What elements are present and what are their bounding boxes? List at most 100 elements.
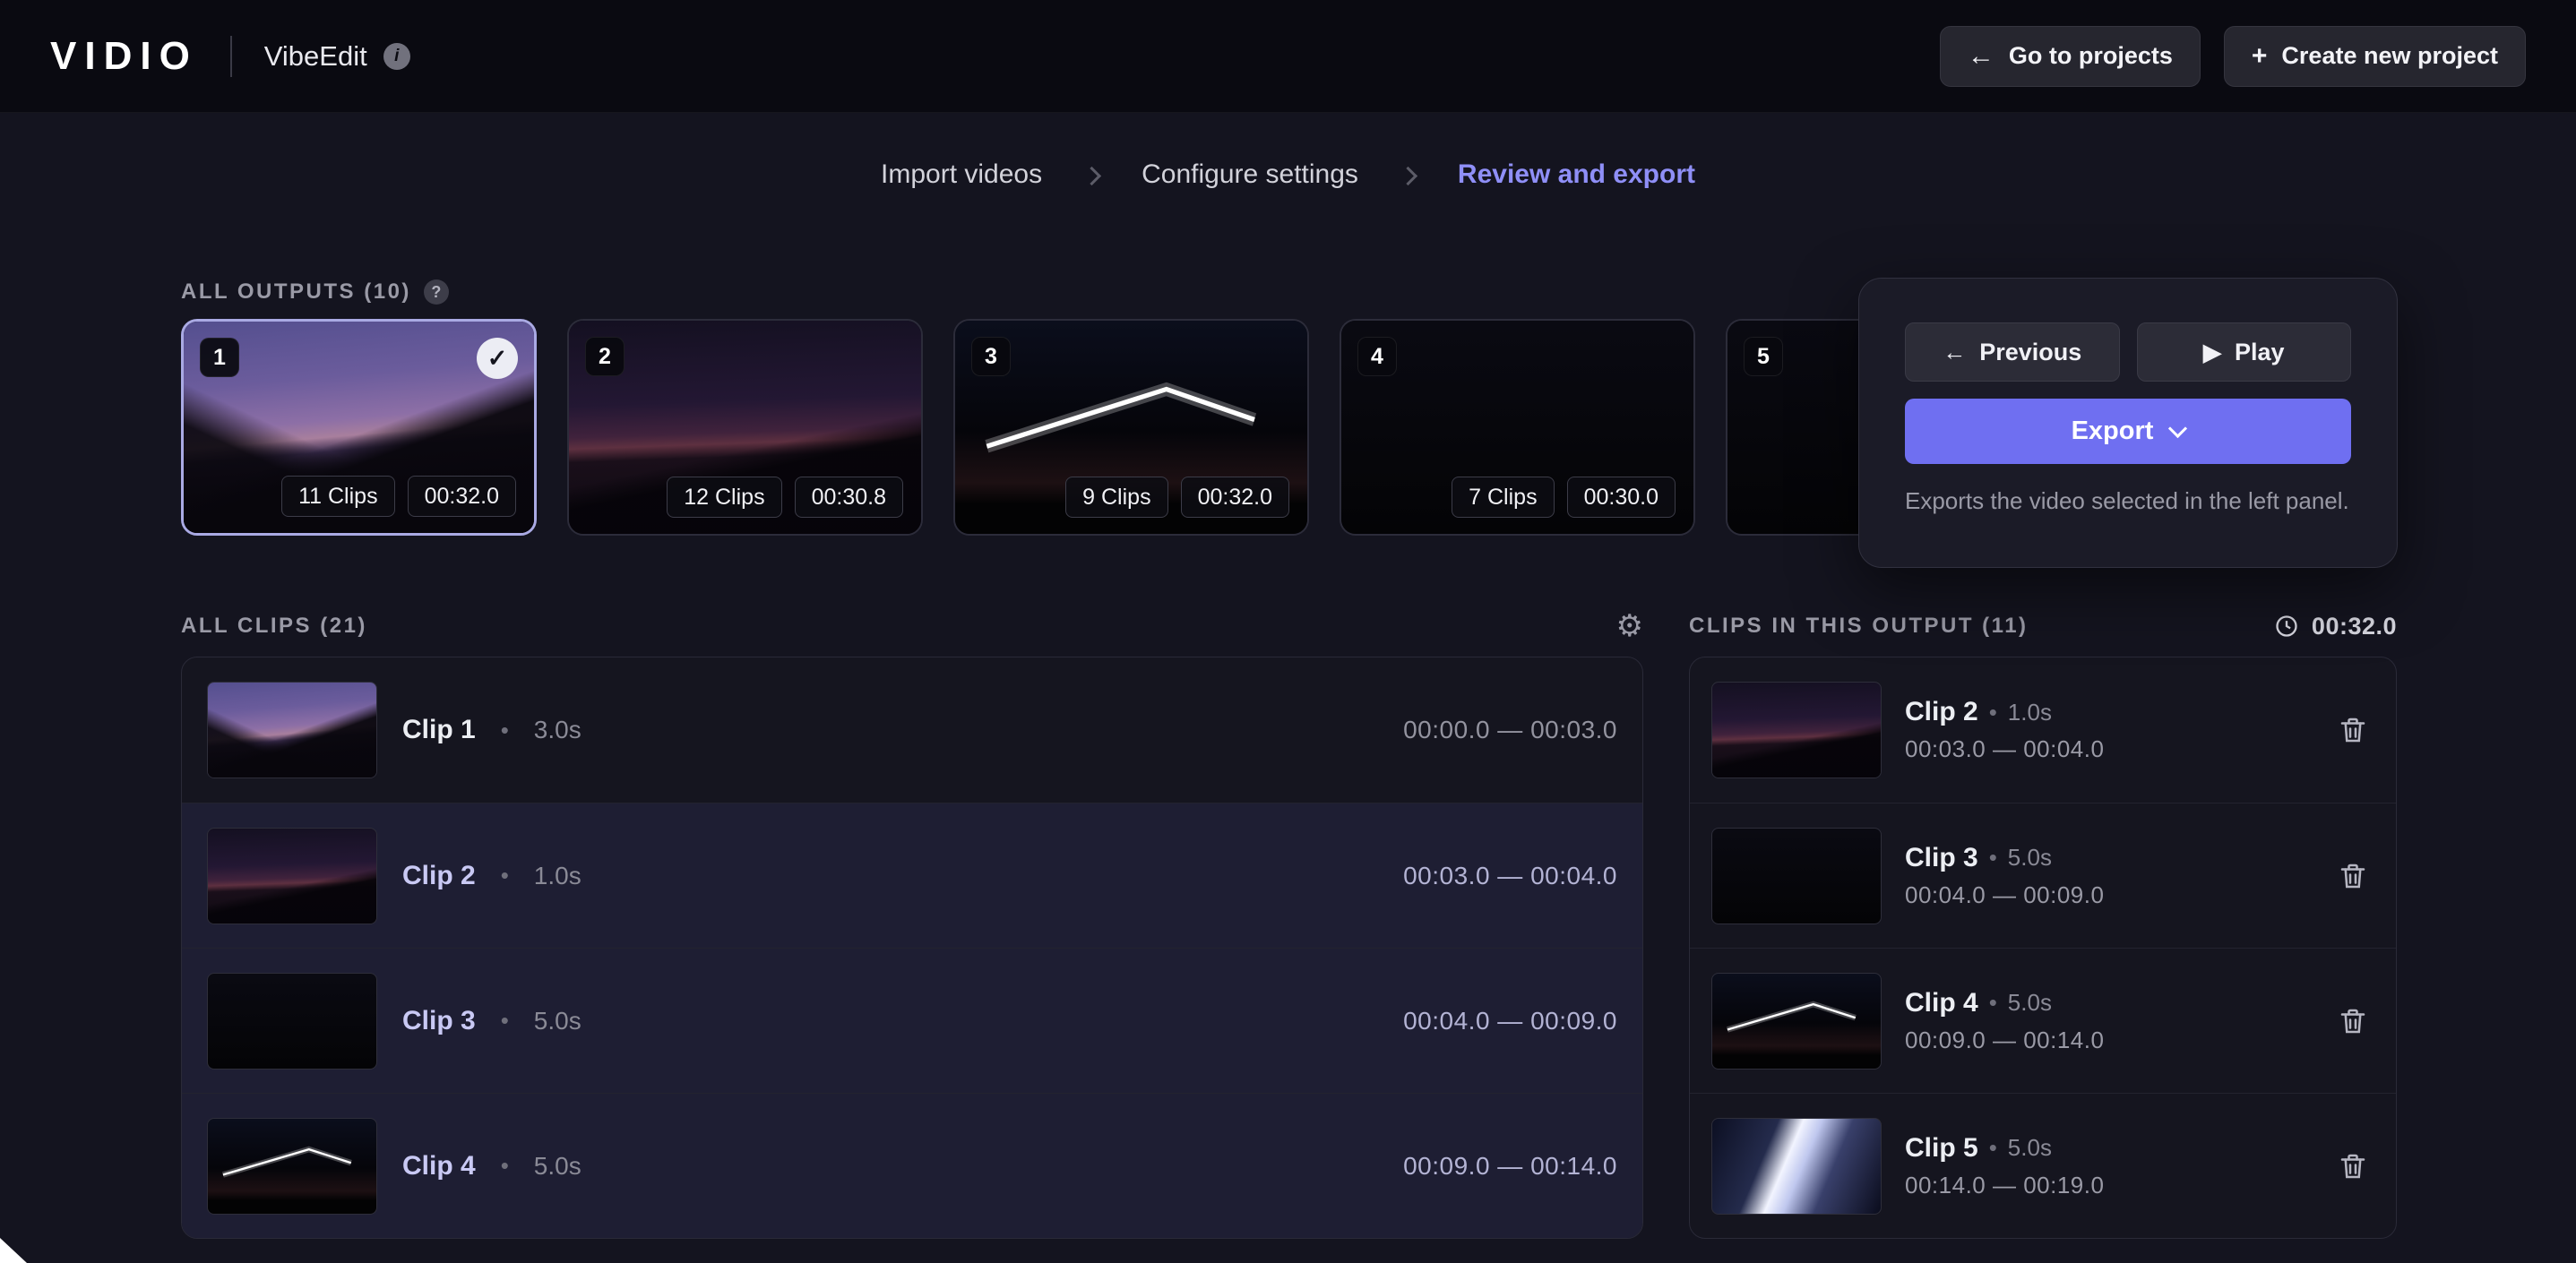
duration-badge: 00:32.0 xyxy=(1181,477,1289,518)
output-card-4[interactable]: 4 7 Clips 00:30.0 xyxy=(1340,319,1695,536)
go-to-projects-label: Go to projects xyxy=(2009,42,2173,70)
clip-name: Clip 5 xyxy=(1905,1133,1978,1164)
info-icon[interactable]: i xyxy=(383,43,410,70)
help-icon[interactable]: ? xyxy=(424,279,449,305)
export-button[interactable]: Export xyxy=(1905,399,2351,464)
gear-icon[interactable]: ⚙ xyxy=(1616,611,1643,641)
cursor xyxy=(0,1238,27,1263)
all-outputs-title: ALL OUTPUTS (10) xyxy=(181,279,411,305)
plus-icon: + xyxy=(2252,43,2268,70)
delete-clip-button[interactable] xyxy=(2331,855,2374,898)
clip-duration: 1.0s xyxy=(2008,699,2052,726)
clip-thumbnail xyxy=(207,973,377,1070)
delete-clip-button[interactable] xyxy=(2331,1000,2374,1043)
go-to-projects-button[interactable]: ← Go to projects xyxy=(1940,26,2201,87)
output-card-1[interactable]: 1 ✓ 11 Clips 00:32.0 xyxy=(181,319,537,536)
bullet-icon: • xyxy=(501,1152,509,1180)
export-caption: Exports the video selected in the left p… xyxy=(1905,487,2351,515)
bullet-icon: • xyxy=(1989,1134,1997,1162)
trash-icon xyxy=(2337,1005,2369,1037)
delete-clip-button[interactable] xyxy=(2331,709,2374,752)
play-label: Play xyxy=(2235,339,2285,366)
previous-button[interactable]: ← Previous xyxy=(1905,322,2120,382)
clip-time-range: 00:09.0 — 00:14.0 xyxy=(1403,1152,1617,1181)
duration-badge: 00:30.0 xyxy=(1567,477,1676,518)
clock-icon xyxy=(2274,614,2299,639)
output-number-badge: 5 xyxy=(1744,337,1783,376)
bullet-icon: • xyxy=(1989,844,1997,872)
outputs-card-row: 1 ✓ 11 Clips 00:32.0 2 12 Clips 00:30.8 … xyxy=(181,319,2081,536)
bullet-icon: • xyxy=(1989,989,1997,1017)
clip-thumbnail xyxy=(1711,1118,1882,1215)
clip-name: Clip 4 xyxy=(402,1151,476,1181)
clip-row-4[interactable]: Clip 4 • 5.0s 00:09.0 — 00:14.0 xyxy=(182,1093,1642,1238)
clip-duration: 5.0s xyxy=(2008,1134,2052,1162)
clip-name: Clip 3 xyxy=(402,1006,476,1036)
clip-time-range: 00:14.0 — 00:19.0 xyxy=(1905,1172,2104,1199)
step-import-videos[interactable]: Import videos xyxy=(881,159,1042,190)
clip-duration: 5.0s xyxy=(2008,989,2052,1017)
clip-name: Clip 3 xyxy=(1905,843,1978,873)
output-clip-row-1[interactable]: Clip 2 • 1.0s 00:03.0 — 00:04.0 xyxy=(1690,657,2396,803)
clip-count-badge: 11 Clips xyxy=(281,476,394,517)
output-number-badge: 2 xyxy=(585,337,625,376)
trash-icon xyxy=(2337,860,2369,892)
output-clips-header: CLIPS IN THIS OUTPUT (11) 00:32.0 xyxy=(1689,611,2397,641)
clip-name: Clip 1 xyxy=(402,715,476,745)
duration-badge: 00:30.8 xyxy=(795,477,903,518)
clip-duration: 5.0s xyxy=(534,1152,582,1181)
chevron-down-icon xyxy=(2168,418,2187,437)
back-arrow-icon: ← xyxy=(1943,340,1966,364)
duration-badge: 00:32.0 xyxy=(408,476,516,517)
action-panel: ← Previous ▶ Play Export Exports the vid… xyxy=(1858,278,2398,568)
clip-duration: 5.0s xyxy=(2008,844,2052,872)
clip-count-badge: 12 Clips xyxy=(667,477,781,518)
project-name: VibeEdit xyxy=(264,40,367,73)
output-card-3[interactable]: 3 9 Clips 00:32.0 xyxy=(953,319,1309,536)
trash-icon xyxy=(2337,1150,2369,1182)
all-clips-list: Clip 1 • 3.0s 00:00.0 — 00:03.0 Clip 2 •… xyxy=(181,657,1643,1239)
clip-thumbnail xyxy=(207,1118,377,1215)
clip-thumbnail xyxy=(207,682,377,778)
app-logo: VIDIO xyxy=(50,34,198,79)
bullet-icon: • xyxy=(501,1007,509,1035)
step-configure-settings[interactable]: Configure settings xyxy=(1142,159,1358,190)
trash-icon xyxy=(2337,714,2369,746)
clip-duration: 1.0s xyxy=(534,862,582,890)
clip-row-3[interactable]: Clip 3 • 5.0s 00:04.0 — 00:09.0 xyxy=(182,948,1642,1093)
output-card-2[interactable]: 2 12 Clips 00:30.8 xyxy=(567,319,923,536)
play-button[interactable]: ▶ Play xyxy=(2137,322,2352,382)
export-label: Export xyxy=(2072,417,2154,446)
clip-time-range: 00:03.0 — 00:04.0 xyxy=(1905,735,2104,763)
output-clip-row-2[interactable]: Clip 3 • 5.0s 00:04.0 — 00:09.0 xyxy=(1690,803,2396,948)
clip-time-range: 00:03.0 — 00:04.0 xyxy=(1403,862,1617,890)
delete-clip-button[interactable] xyxy=(2331,1145,2374,1188)
clip-row-2[interactable]: Clip 2 • 1.0s 00:03.0 — 00:04.0 xyxy=(182,803,1642,948)
clip-name: Clip 4 xyxy=(1905,988,1978,1018)
clip-row-1[interactable]: Clip 1 • 3.0s 00:00.0 — 00:03.0 xyxy=(182,657,1642,803)
output-total-duration: 00:32.0 xyxy=(2312,613,2397,640)
output-clip-row-4[interactable]: Clip 5 • 5.0s 00:14.0 — 00:19.0 xyxy=(1690,1093,2396,1238)
bullet-icon: • xyxy=(1989,699,1997,726)
all-outputs-heading: ALL OUTPUTS (10) ? xyxy=(181,279,449,305)
chevron-right-icon xyxy=(1082,166,1101,185)
output-clips-list: Clip 2 • 1.0s 00:03.0 — 00:04.0 Clip 3 •… xyxy=(1689,657,2397,1239)
bullet-icon: • xyxy=(501,717,509,744)
create-new-project-button[interactable]: + Create new project xyxy=(2224,26,2526,87)
clip-time-range: 00:04.0 — 00:09.0 xyxy=(1403,1007,1617,1035)
check-icon: ✓ xyxy=(477,338,518,379)
clip-duration: 5.0s xyxy=(534,1007,582,1035)
output-number-badge: 3 xyxy=(971,337,1011,376)
output-clip-row-3[interactable]: Clip 4 • 5.0s 00:09.0 — 00:14.0 xyxy=(1690,948,2396,1093)
divider xyxy=(230,36,232,77)
all-clips-header: ALL CLIPS (21) ⚙ xyxy=(181,611,1643,641)
breadcrumb: Import videos Configure settings Review … xyxy=(0,159,2576,190)
previous-label: Previous xyxy=(1979,339,2081,366)
output-clips-title: CLIPS IN THIS OUTPUT (11) xyxy=(1689,614,2029,639)
all-clips-title: ALL CLIPS (21) xyxy=(181,614,367,639)
clip-time-range: 00:04.0 — 00:09.0 xyxy=(1905,881,2104,909)
clip-count-badge: 9 Clips xyxy=(1065,477,1167,518)
step-review-and-export[interactable]: Review and export xyxy=(1458,159,1695,190)
clip-count-badge: 7 Clips xyxy=(1452,477,1554,518)
clip-duration: 3.0s xyxy=(534,716,582,744)
